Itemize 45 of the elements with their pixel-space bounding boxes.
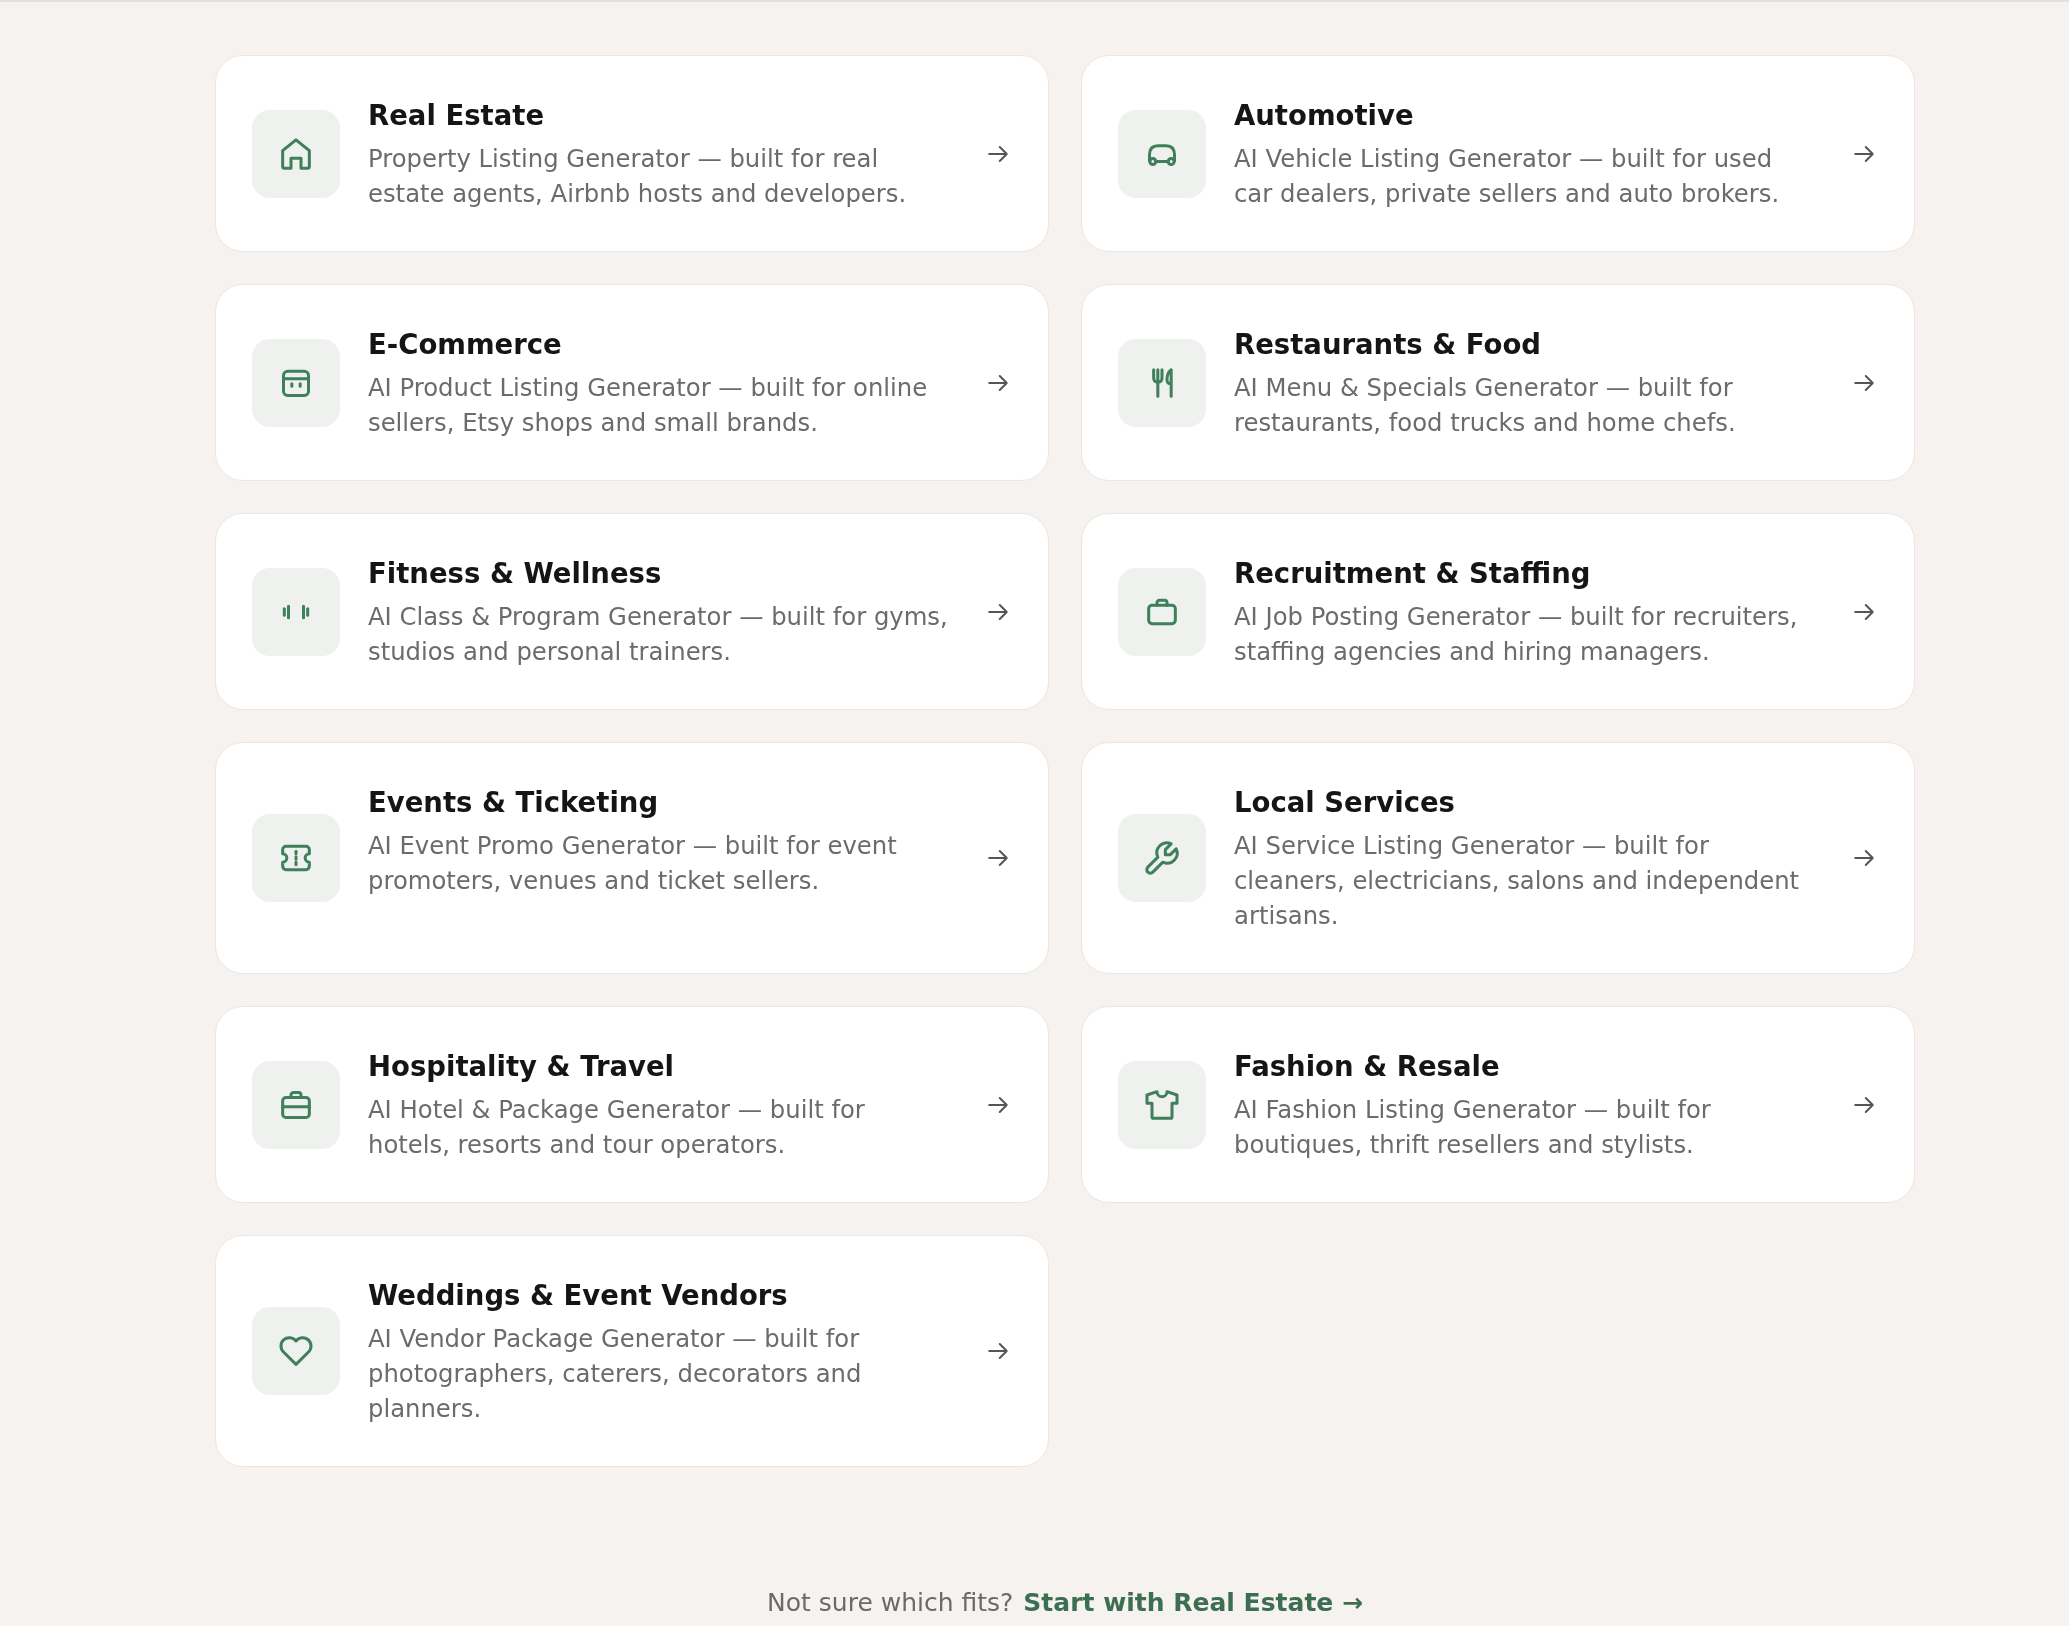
footer-question: Not sure which fits? [767,1587,1014,1619]
card-title: Local Services [1234,785,1456,820]
wrench-icon [1118,814,1206,902]
card-title: Recruitment & Staffing [1234,556,1592,591]
category-card[interactable]: Events & Ticketing AI Event Promo Generator — built for event promoters, venues and ticket sellers. [215,742,1049,974]
suitcase-icon [252,1060,340,1149]
house-icon [252,109,340,198]
category-card[interactable]: Hospitality & Travel AI Hotel & Package Generator — built for hotels, resorts and tour operators. [215,1006,1049,1203]
category-card[interactable]: Fashion & Resale AI Fashion Listing Generator — built for boutiques, thrift resellers and stylists. [1081,1006,1915,1203]
category-card[interactable]: Real Estate Property Listing Generator — built for real estate agents, Airbnb hosts and developers. [215,55,1049,252]
t-shirt-icon [1118,1060,1206,1149]
card-title: Automotive [1234,98,1415,133]
card-description: AI Vehicle Listing Generator — built for used car dealers, private sellers and auto brokers. [1234,143,1781,210]
dumbbell-icon [252,567,340,656]
card-description: AI Job Posting Generator — built for recruiters, staffing agencies and hiring managers. [1234,601,1799,668]
card-description: AI Fashion Listing Generator — built for boutiques, thrift resellers and stylists. [1234,1094,1712,1161]
card-title: Fashion & Resale [1234,1049,1501,1084]
category-card[interactable]: E-Commerce AI Product Listing Generator — built for online sellers, Etsy shops and small brands. [215,284,1049,481]
card-description: AI Product Listing Generator — built for online sellers, Etsy shops and small brands. [368,372,929,439]
card-description: AI Vendor Package Generator — built for photographers, caterers, decorators and planners. [368,1323,863,1425]
start-link[interactable]: Start with Real Estate → [1023,1587,1363,1619]
card-title: Hospitality & Travel [368,1049,675,1084]
category-card[interactable]: Automotive AI Vehicle Listing Generator — built for used car dealers, private sellers and auto brokers. [1081,55,1915,252]
category-card[interactable]: Fitness & Wellness AI Class & Program Generator — built for gyms, studios and personal trainers. [215,513,1049,710]
ticket-icon [252,814,340,902]
category-card[interactable]: Recruitment & Staffing AI Job Posting Generator — built for recruiters, staffing agencies and hiring managers. [1081,513,1915,710]
card-description: AI Event Promo Generator — built for event promoters, venues and ticket sellers. [368,830,898,897]
category-card[interactable]: Local Services AI Service Listing Generator — built for cleaners, electricians, salons and independent artisans. [1081,742,1915,974]
card-description: AI Menu & Specials Generator — built for restaurants, food trucks and home chefs. [1234,372,1737,439]
fork-knife-icon [1118,338,1206,427]
card-title: Fitness & Wellness [368,556,663,591]
card-title: Weddings & Event Vendors [368,1278,789,1313]
category-card[interactable]: Restaurants & Food AI Menu & Specials Generator — built for restaurants, food trucks and home chefs. [1081,284,1915,481]
card-title: Events & Ticketing [368,785,660,820]
card-description: AI Service Listing Generator — built for cleaners, electricians, salons and independent artisans. [1234,830,1801,932]
card-title: Restaurants & Food [1234,327,1542,362]
briefcase-icon [1118,567,1206,656]
card-description: Property Listing Generator — built for real estate agents, Airbnb hosts and developers. [368,143,908,210]
car-icon [1118,109,1206,198]
basket-icon [252,338,340,427]
card-title: Real Estate [368,98,546,133]
card-title: E-Commerce [368,327,563,362]
card-description: AI Class & Program Generator — built for gyms, studios and personal trainers. [368,601,949,668]
category-card[interactable]: Weddings & Event Vendors AI Vendor Package Generator — built for photographers, caterers, decorators and planners. [215,1235,1049,1467]
card-description: AI Hotel & Package Generator — built for hotels, resorts and tour operators. [368,1094,866,1161]
